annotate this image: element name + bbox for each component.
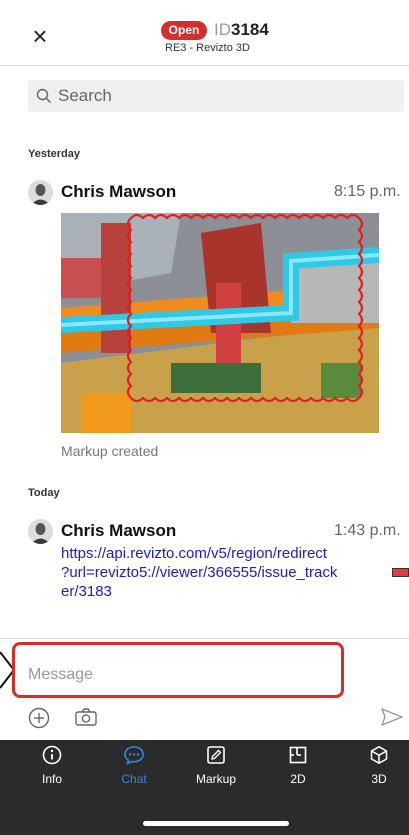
search-icon [36,88,51,103]
header-divider [0,65,409,66]
link-line-1[interactable]: https://api.revizto.com/v5/region/redire… [61,544,381,563]
message-author: Chris Mawson [61,521,177,540]
tab-label: Info [41,772,62,786]
cube-icon [370,746,388,764]
tab-label: 3D [371,772,387,786]
camera-icon[interactable] [74,707,98,727]
link-line-2[interactable]: ?url=revizto5://viewer/366555/issue_trac… [61,563,381,582]
message-time: 8:15 p.m. [334,183,401,200]
issue-id-number: 3184 [231,20,269,39]
markup-image[interactable] [61,213,379,433]
home-indicator[interactable] [143,821,289,826]
search-bar[interactable]: Search [28,80,404,112]
chat-bubble-icon [124,746,144,765]
message-author: Chris Mawson [61,182,177,201]
close-icon[interactable]: × [28,22,52,50]
avatar-photo-icon [28,519,53,544]
link-line-3[interactable]: er/3183 [61,582,381,601]
avatar-photo-icon [28,180,53,205]
date-separator: Yesterday [28,148,80,160]
tab-2d[interactable]: 2D [268,745,328,786]
project-subtitle: RE3 - Revizto 3D [165,42,250,54]
tab-label: Markup [195,772,236,786]
issue-id: ID3184 [214,19,269,41]
floorplan-icon [289,746,307,764]
search-input[interactable]: Search [58,86,112,106]
pencil-box-icon [207,746,225,764]
composer-divider [0,638,409,639]
bim-scene-illustration [61,213,379,433]
message-time: 1:43 p.m. [334,522,401,539]
annotation-marker [392,568,409,577]
avatar [28,180,53,205]
tab-3d[interactable]: 3D [349,745,409,786]
issue-id-prefix: ID [214,20,231,39]
avatar [28,519,53,544]
tab-info[interactable]: Info [22,745,82,786]
markup-caption: Markup created [61,443,159,459]
status-badge: Open [161,21,207,40]
tab-label: 2D [290,772,306,786]
tab-chat[interactable]: Chat [104,745,164,786]
info-icon [42,745,62,765]
tab-label: Chat [121,772,147,786]
date-separator: Today [28,487,60,499]
message-placeholder: Message [28,666,93,683]
message-link[interactable]: https://api.revizto.com/v5/region/redire… [61,544,381,601]
send-icon[interactable] [380,707,404,727]
tab-markup[interactable]: Markup [186,745,246,786]
add-attachment-icon[interactable] [28,707,50,729]
